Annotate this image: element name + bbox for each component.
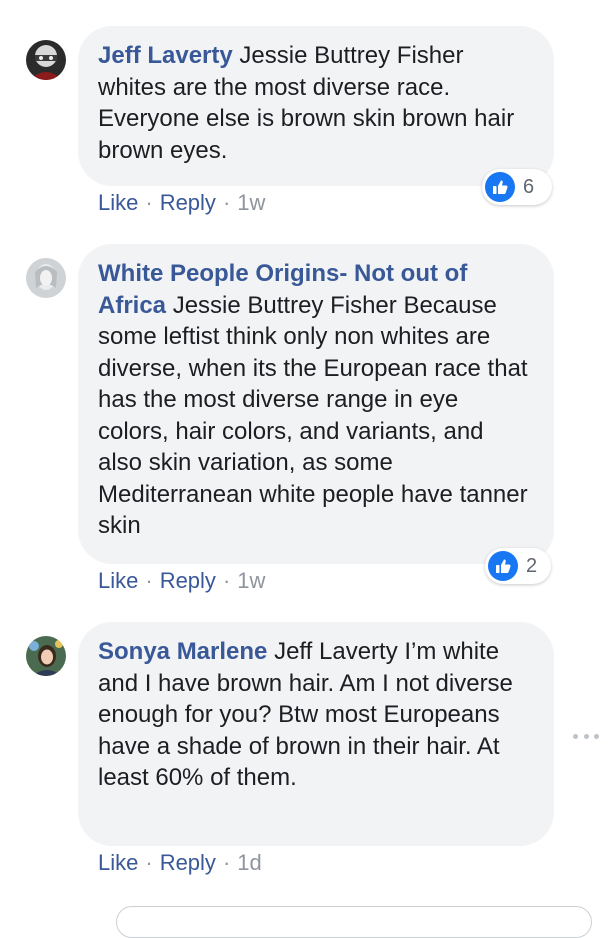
comment-bubble: Jeff Laverty Jessie Buttrey Fisher white… xyxy=(78,26,554,186)
like-link[interactable]: Like xyxy=(98,850,138,875)
separator: · xyxy=(222,190,231,215)
comment-author[interactable]: Jeff Laverty xyxy=(98,42,233,69)
thumbs-up-icon xyxy=(485,172,515,202)
reaction-summary[interactable]: 6 xyxy=(482,169,552,205)
comment-bubble: Sonya Marlene Jeff Laverty I’m white and… xyxy=(78,622,554,846)
reply-link[interactable]: Reply xyxy=(160,568,216,593)
reply-link[interactable]: Reply xyxy=(160,190,216,215)
thumbs-up-icon xyxy=(488,551,518,581)
avatar[interactable] xyxy=(26,258,66,298)
comment-text: Jessie Buttrey Fisher Because some lefti… xyxy=(98,291,528,540)
timestamp[interactable]: 1d xyxy=(237,850,261,875)
reply-input[interactable] xyxy=(116,906,592,938)
comment-actions: Like · Reply · 1d xyxy=(98,850,262,876)
separator: · xyxy=(222,568,231,593)
like-link[interactable]: Like xyxy=(98,568,138,593)
comment-author[interactable]: Sonya Marlene xyxy=(98,638,267,665)
comment-actions: Like · Reply · 1w xyxy=(98,568,265,594)
reaction-summary[interactable]: 2 xyxy=(485,548,551,584)
comment-actions: Like · Reply · 1w xyxy=(98,190,265,216)
reply-link[interactable]: Reply xyxy=(160,850,216,875)
separator: · xyxy=(145,850,153,875)
reaction-count: 6 xyxy=(523,175,535,198)
like-link[interactable]: Like xyxy=(98,190,138,215)
separator: · xyxy=(222,850,231,875)
separator: · xyxy=(145,190,153,215)
comment-bubble: White People Origins- Not out of Africa … xyxy=(78,244,554,564)
more-options-icon[interactable] xyxy=(573,730,599,742)
reaction-count: 2 xyxy=(526,554,538,577)
avatar[interactable] xyxy=(26,40,66,80)
avatar[interactable] xyxy=(26,636,66,676)
timestamp[interactable]: 1w xyxy=(237,568,265,593)
separator: · xyxy=(145,568,153,593)
timestamp[interactable]: 1w xyxy=(237,190,265,215)
